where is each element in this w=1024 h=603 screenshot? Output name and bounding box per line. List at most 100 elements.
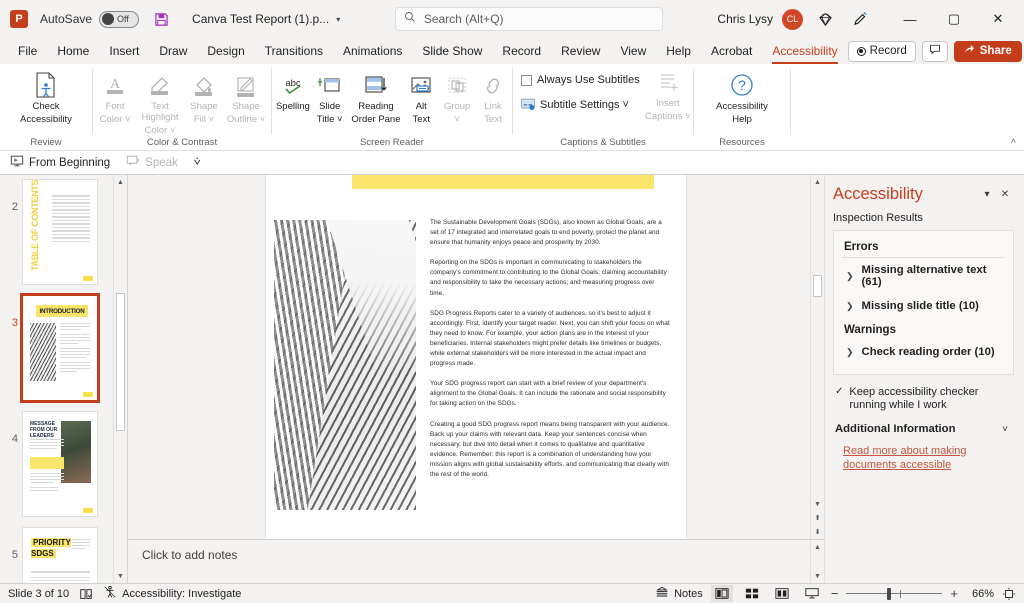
current-slide[interactable]: The Sustainable Development Goals (SDGs)… — [266, 175, 686, 539]
tab-draw[interactable]: Draw — [149, 40, 197, 63]
tab-review[interactable]: Review — [551, 40, 610, 63]
slide-thumbnail-3[interactable]: INTRODUCTION — [20, 293, 100, 403]
chevron-right-icon[interactable]: ❯ — [846, 271, 854, 282]
document-title[interactable]: Canva Test Report (1).p... — [192, 12, 329, 26]
tab-help[interactable]: Help — [656, 40, 701, 63]
slide-thumbnail-5[interactable]: PRIORITY SDGS — [22, 527, 98, 583]
group-button[interactable]: Group ˅ — [438, 67, 476, 125]
previous-slide-button[interactable]: ⬆ — [811, 511, 824, 525]
zoom-slider-handle[interactable] — [886, 587, 891, 600]
next-slide-button[interactable]: ⬇ — [811, 525, 824, 539]
text-highlight-color-button[interactable]: Text Highlight Color ˅ — [135, 67, 185, 136]
slide-building-image[interactable] — [274, 220, 416, 510]
slide-thumbnail-4[interactable]: MESSAGE FROM OUR LEADERS — [22, 411, 98, 517]
tab-animations[interactable]: Animations — [333, 40, 412, 63]
pen-sparkle-icon[interactable] — [847, 6, 873, 32]
slide-title-button[interactable]: Slide Title ˅ — [312, 67, 348, 125]
error-missing-alt-text[interactable]: ❯ Missing alternative text (61) — [842, 258, 1005, 294]
from-beginning-button[interactable]: From Beginning — [10, 154, 110, 171]
zoom-in-button[interactable]: + — [950, 586, 958, 601]
collapse-ribbon-button[interactable]: ˄ — [1011, 136, 1016, 146]
thumbnail-scroll-down-button[interactable]: ▼ — [114, 569, 127, 583]
close-button[interactable]: ✕ — [976, 0, 1020, 38]
shape-outline-button[interactable]: Shape Outline ˅ — [223, 67, 269, 125]
diamond-icon[interactable] — [812, 6, 838, 32]
thumbnail-scroll-up-button[interactable]: ▲ — [114, 175, 127, 189]
slide-scroll-up-button[interactable]: ▲ — [811, 175, 824, 189]
accessibility-help-button[interactable]: ? Accessibility Help — [712, 67, 772, 125]
save-icon[interactable] — [152, 10, 170, 28]
slide-scroll-down-button[interactable]: ▼ — [811, 497, 824, 511]
maximize-button[interactable]: ▢ — [932, 0, 976, 38]
chevron-right-icon[interactable]: ❯ — [846, 347, 854, 358]
notes-scroll-down-button[interactable]: ▼ — [811, 569, 824, 583]
tab-acrobat[interactable]: Acrobat — [701, 40, 762, 63]
tab-insert[interactable]: Insert — [99, 40, 149, 63]
quickbar-overflow-button[interactable]: ⩒ — [194, 156, 201, 169]
chevron-right-icon[interactable]: ❯ — [846, 301, 854, 312]
error-missing-slide-title[interactable]: ❯ Missing slide title (10) — [842, 294, 1005, 318]
reading-view-button[interactable] — [771, 585, 793, 602]
slide-canvas[interactable]: The Sustainable Development Goals (SDGs)… — [128, 175, 824, 539]
record-button[interactable]: Record — [847, 40, 916, 62]
list-item[interactable]: 3 INTRODUCTION — [0, 293, 113, 403]
slide-title-banner[interactable] — [352, 175, 654, 189]
link-text-button[interactable]: Link Text — [476, 67, 510, 125]
additional-information-section[interactable]: Additional Information ˅ — [833, 420, 1014, 438]
subtitle-settings-button[interactable]: Subtitle Settings ˅ — [521, 95, 645, 115]
notes-scroll-up-button[interactable]: ▲ — [811, 540, 824, 554]
search-input[interactable]: Search (Alt+Q) — [394, 7, 663, 31]
accessibility-status[interactable]: Accessibility: Investigate — [103, 585, 241, 602]
list-item[interactable]: 5 PRIORITY SDGS — [0, 527, 113, 583]
chevron-down-icon[interactable]: ▾ — [978, 186, 996, 204]
fit-to-window-icon[interactable] — [1002, 587, 1016, 601]
avatar[interactable]: CL — [782, 8, 803, 30]
check-accessibility-button[interactable]: Check Accessibility — [16, 67, 76, 125]
close-icon[interactable]: ✕ — [996, 186, 1014, 204]
notes-button[interactable]: Notes — [655, 586, 703, 602]
autosave-toggle[interactable]: Off — [99, 10, 140, 28]
slide-vertical-scrollbar[interactable]: ▲ ▼ ⬆ ⬇ — [810, 175, 824, 539]
chevron-down-icon[interactable]: ˅ — [996, 420, 1014, 438]
thumbnail-scrollbar-thumb[interactable] — [116, 293, 125, 431]
minimize-button[interactable]: — — [888, 0, 932, 38]
normal-view-button[interactable] — [710, 585, 733, 602]
read-more-link[interactable]: Read more about making documents accessi… — [833, 444, 1014, 472]
list-item[interactable]: 4 MESSAGE FROM OUR LEADERS — [0, 411, 113, 517]
slide-scrollbar-thumb[interactable] — [813, 275, 822, 297]
notes-pane[interactable]: Click to add notes ▲ ▼ — [128, 539, 824, 583]
tab-transitions[interactable]: Transitions — [255, 40, 333, 63]
slide-counter[interactable]: Slide 3 of 10 — [8, 588, 69, 600]
tab-home[interactable]: Home — [47, 40, 99, 63]
keep-checker-running-checkbox[interactable]: ✓ Keep accessibility checker running whi… — [833, 386, 1014, 412]
notes-scrollbar[interactable]: ▲ ▼ — [810, 540, 824, 583]
list-item[interactable]: 2 TABLE OF CONTENTS — [0, 179, 113, 285]
slide-show-view-button[interactable] — [801, 585, 823, 602]
warning-check-reading-order[interactable]: ❯ Check reading order (10) — [842, 340, 1005, 364]
comment-button[interactable] — [921, 40, 948, 62]
always-use-subtitles-checkbox[interactable]: Always Use Subtitles — [521, 70, 645, 90]
tab-record[interactable]: Record — [492, 40, 551, 63]
tab-view[interactable]: View — [610, 40, 656, 63]
tab-file[interactable]: File — [8, 40, 47, 63]
insert-captions-button[interactable]: Insert Captions ˅ — [645, 64, 691, 122]
thumbnail-scrollbar[interactable]: ▲ ▼ — [113, 175, 127, 583]
zoom-out-button[interactable]: − — [831, 586, 839, 601]
tab-slide-show[interactable]: Slide Show — [412, 40, 492, 63]
speak-button[interactable]: Speak — [126, 154, 178, 171]
font-color-button[interactable]: A Font Color ˅ — [95, 67, 135, 125]
share-button[interactable]: Share — [953, 40, 1022, 62]
slide-sorter-view-button[interactable] — [741, 585, 763, 602]
spelling-button[interactable]: abc Spelling — [274, 67, 312, 112]
reading-order-pane-button[interactable]: Reading Order Pane — [348, 67, 405, 125]
slide-body-text[interactable]: The Sustainable Development Goals (SDGs)… — [430, 218, 670, 490]
zoom-level-label[interactable]: 66% — [966, 588, 994, 600]
alt-text-button[interactable]: Alt Text — [404, 67, 438, 125]
user-name[interactable]: Chris Lysy — [717, 12, 773, 26]
tab-accessibility[interactable]: Accessibility — [762, 40, 847, 64]
zoom-slider[interactable] — [846, 586, 943, 602]
slide-thumbnail-2[interactable]: TABLE OF CONTENTS — [22, 179, 98, 285]
tab-design[interactable]: Design — [197, 40, 254, 63]
accessibility-book-icon[interactable] — [79, 587, 93, 601]
shape-fill-button[interactable]: Shape Fill ˅ — [185, 67, 223, 125]
